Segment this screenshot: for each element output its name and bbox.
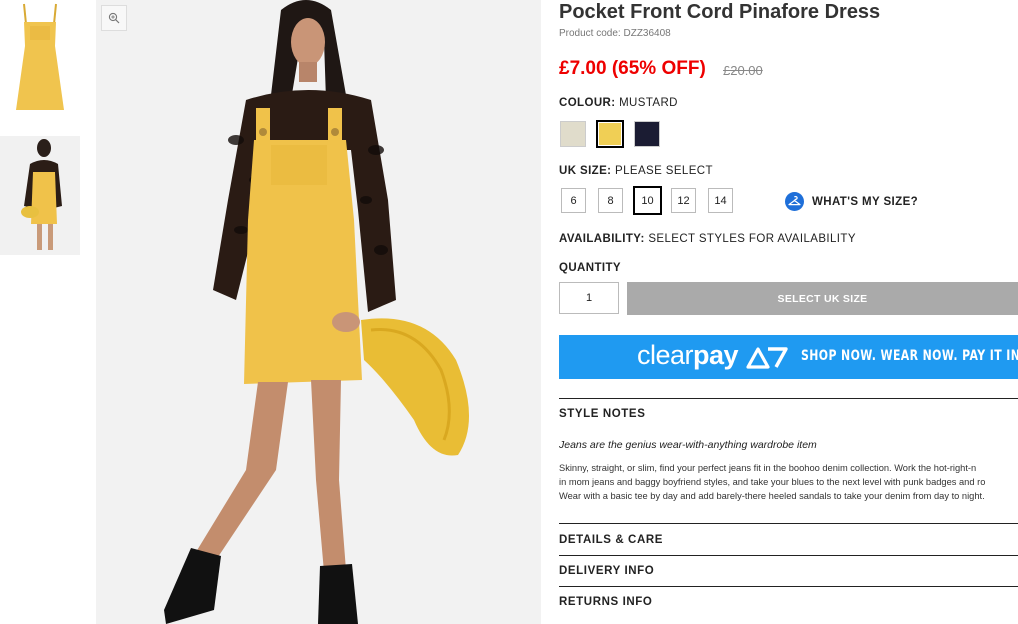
- quantity-label-text: QUANTITY: [559, 262, 621, 274]
- clearpay-arrow-icon: [746, 347, 788, 369]
- availability-label: AVAILABILITY:: [559, 233, 645, 245]
- returns-info-heading[interactable]: RETURNS INFO: [559, 596, 652, 608]
- hanger-icon: [785, 192, 804, 211]
- divider: [559, 555, 1018, 556]
- clearpay-logo-light: clear: [637, 340, 694, 370]
- quantity-input[interactable]: [559, 282, 619, 314]
- main-product-image[interactable]: [96, 0, 541, 624]
- delivery-info-heading[interactable]: DELIVERY INFO: [559, 565, 654, 577]
- zoom-icon: [108, 12, 120, 24]
- product-title: Pocket Front Cord Pinafore Dress: [559, 1, 881, 23]
- size-6[interactable]: 6: [561, 188, 586, 213]
- style-notes-line: Skinny, straight, or slim, find your per…: [559, 463, 977, 473]
- thumbnail-model[interactable]: [0, 136, 80, 255]
- colour-value: MUSTARD: [619, 97, 678, 109]
- divider: [559, 586, 1018, 587]
- swatch-mustard[interactable]: [596, 120, 624, 148]
- style-notes-line: in mom jeans and baggy boyfriend styles,…: [559, 477, 986, 487]
- size-value: PLEASE SELECT: [615, 165, 713, 177]
- swatch-navy[interactable]: [634, 121, 660, 147]
- size-label-key: UK SIZE:: [559, 165, 612, 177]
- clearpay-logo: clearpay: [637, 340, 739, 371]
- swatch-stone[interactable]: [560, 121, 586, 147]
- size-label: UK SIZE: PLEASE SELECT: [559, 165, 713, 177]
- colour-label-key: COLOUR:: [559, 97, 616, 109]
- clearpay-banner[interactable]: clearpay SHOP NOW. WEAR NOW. PAY IT IN 4…: [559, 335, 1018, 379]
- original-price: £20.00: [723, 63, 763, 78]
- whats-my-size-link[interactable]: WHAT'S MY SIZE?: [785, 192, 918, 211]
- zoom-button[interactable]: [101, 5, 127, 31]
- size-12[interactable]: 12: [671, 188, 696, 213]
- divider: [559, 523, 1018, 524]
- clearpay-logo-bold: pay: [693, 340, 739, 370]
- quantity-label: QUANTITY: [559, 262, 621, 274]
- style-notes-line: Wear with a basic tee by day and add bar…: [559, 491, 985, 501]
- availability-row: AVAILABILITY: SELECT STYLES FOR AVAILABI…: [559, 233, 856, 245]
- sale-price: £7.00 (65% OFF): [559, 58, 706, 79]
- add-to-bag-button[interactable]: SELECT UK SIZE: [627, 282, 1018, 315]
- size-10[interactable]: 10: [633, 186, 662, 215]
- style-notes-title: Jeans are the genius wear-with-anything …: [559, 439, 817, 451]
- size-8[interactable]: 8: [598, 188, 623, 213]
- size-14[interactable]: 14: [708, 188, 733, 213]
- divider: [559, 398, 1018, 399]
- availability-value: SELECT STYLES FOR AVAILABILITY: [648, 233, 856, 245]
- colour-label: COLOUR: MUSTARD: [559, 97, 678, 109]
- clearpay-tagline: SHOP NOW. WEAR NOW. PAY IT IN 4.: [801, 348, 1018, 364]
- style-notes-body: Skinny, straight, or slim, find your per…: [559, 461, 1018, 506]
- style-notes-heading[interactable]: STYLE NOTES: [559, 408, 645, 420]
- details-care-heading[interactable]: DETAILS & CARE: [559, 534, 663, 546]
- product-code: Product code: DZZ36408: [559, 28, 671, 39]
- whats-my-size-text: WHAT'S MY SIZE?: [812, 195, 919, 208]
- thumbnail-dress-flat[interactable]: [0, 0, 80, 118]
